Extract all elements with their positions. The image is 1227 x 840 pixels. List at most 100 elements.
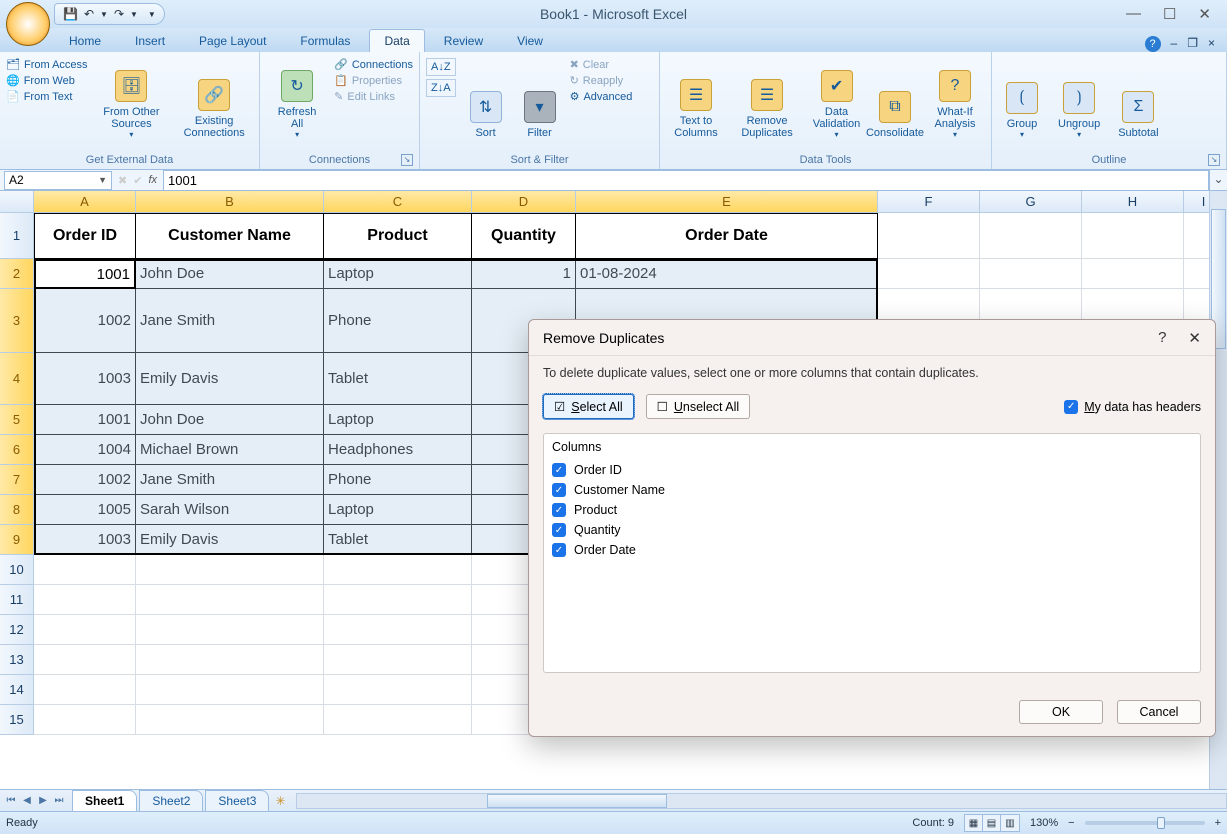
cell[interactable]: [324, 585, 472, 615]
column-header[interactable]: D: [472, 191, 576, 213]
cell[interactable]: 1001: [34, 405, 136, 435]
text-to-columns-button[interactable]: ☰Text to Columns: [666, 54, 726, 142]
what-if-button[interactable]: ?What-If Analysis▾: [925, 54, 985, 142]
consolidate-button[interactable]: ⧉Consolidate: [871, 54, 919, 142]
help-icon[interactable]: ?: [1145, 36, 1161, 52]
cell[interactable]: 1005: [34, 495, 136, 525]
tab-data[interactable]: Data: [369, 29, 424, 52]
row-header[interactable]: 15: [0, 705, 34, 735]
column-header[interactable]: E: [576, 191, 878, 213]
cell[interactable]: [136, 555, 324, 585]
from-text-button[interactable]: 📄From Text: [6, 90, 88, 103]
cancel-formula-icon[interactable]: ✖: [118, 174, 127, 187]
column-checkbox-item[interactable]: ✓Order ID: [552, 460, 1192, 480]
tab-insert[interactable]: Insert: [120, 29, 180, 52]
select-all-button[interactable]: [0, 191, 34, 213]
cell[interactable]: [1082, 259, 1184, 289]
row-header[interactable]: 3: [0, 289, 34, 353]
row-header[interactable]: 14: [0, 675, 34, 705]
cell[interactable]: [324, 675, 472, 705]
cell[interactable]: John Doe: [136, 259, 324, 289]
cell[interactable]: Michael Brown: [136, 435, 324, 465]
cell[interactable]: [324, 615, 472, 645]
tab-review[interactable]: Review: [429, 29, 498, 52]
remove-duplicates-button[interactable]: ☰Remove Duplicates: [732, 54, 802, 142]
cell[interactable]: Order Date: [576, 213, 878, 259]
cell[interactable]: 1004: [34, 435, 136, 465]
cell[interactable]: Jane Smith: [136, 465, 324, 495]
row-header[interactable]: 6: [0, 435, 34, 465]
select-all-button[interactable]: ☑Select All: [543, 394, 634, 419]
cell[interactable]: [324, 555, 472, 585]
sheet-tab[interactable]: Sheet1: [72, 790, 137, 811]
refresh-all-button[interactable]: ↻Refresh All▾: [266, 54, 328, 142]
sort-desc-button[interactable]: Z↓A: [426, 79, 456, 97]
cell[interactable]: Phone: [324, 465, 472, 495]
fx-icon[interactable]: fx: [148, 174, 157, 186]
sheet-tab[interactable]: Sheet2: [139, 790, 203, 811]
cell[interactable]: Emily Davis: [136, 525, 324, 555]
prev-sheet-button[interactable]: ◀: [20, 795, 34, 806]
doc-restore-button[interactable]: ❐: [1187, 36, 1198, 52]
chevron-down-icon[interactable]: ▼: [98, 175, 107, 185]
cell[interactable]: [136, 675, 324, 705]
cell[interactable]: Product: [324, 213, 472, 259]
zoom-slider[interactable]: [1085, 821, 1205, 825]
cell[interactable]: Laptop: [324, 495, 472, 525]
dialog-launcher-icon[interactable]: ↘: [1208, 154, 1220, 166]
row-header[interactable]: 11: [0, 585, 34, 615]
connections-button[interactable]: 🔗Connections: [334, 58, 413, 71]
tab-page-layout[interactable]: Page Layout: [184, 29, 281, 52]
tab-home[interactable]: Home: [54, 29, 116, 52]
cell[interactable]: [34, 645, 136, 675]
cancel-button[interactable]: Cancel: [1117, 700, 1201, 724]
enter-formula-icon[interactable]: ✔: [133, 174, 142, 187]
cell[interactable]: [324, 705, 472, 735]
cell[interactable]: Order ID: [34, 213, 136, 259]
cell[interactable]: Jane Smith: [136, 289, 324, 353]
doc-close-button[interactable]: ×: [1208, 36, 1215, 52]
row-header[interactable]: 2: [0, 259, 34, 289]
row-header[interactable]: 8: [0, 495, 34, 525]
dialog-close-button[interactable]: ✕: [1188, 329, 1201, 347]
cell[interactable]: [1082, 213, 1184, 259]
row-header[interactable]: 5: [0, 405, 34, 435]
expand-formula-bar-icon[interactable]: ⌄: [1209, 170, 1227, 191]
row-header[interactable]: 4: [0, 353, 34, 405]
from-web-button[interactable]: 🌐From Web: [6, 74, 88, 87]
cell[interactable]: [878, 213, 980, 259]
cell[interactable]: Tablet: [324, 525, 472, 555]
column-header[interactable]: A: [34, 191, 136, 213]
cell[interactable]: [980, 213, 1082, 259]
cell[interactable]: Quantity: [472, 213, 576, 259]
cell[interactable]: [34, 675, 136, 705]
normal-view-button[interactable]: ▦: [965, 815, 983, 831]
column-checkbox-item[interactable]: ✓Order Date: [552, 540, 1192, 560]
cell[interactable]: 1001: [34, 259, 136, 289]
cell[interactable]: John Doe: [136, 405, 324, 435]
column-checkbox-item[interactable]: ✓Product: [552, 500, 1192, 520]
formula-input[interactable]: 1001: [163, 170, 1209, 191]
name-box[interactable]: A2▼: [4, 171, 112, 190]
column-header[interactable]: C: [324, 191, 472, 213]
zoom-level[interactable]: 130%: [1030, 817, 1058, 829]
last-sheet-button[interactable]: ⏭: [52, 795, 66, 806]
cell[interactable]: Phone: [324, 289, 472, 353]
cell[interactable]: [34, 615, 136, 645]
column-checkbox-item[interactable]: ✓Quantity: [552, 520, 1192, 540]
column-header[interactable]: G: [980, 191, 1082, 213]
cell[interactable]: [34, 705, 136, 735]
row-header[interactable]: 9: [0, 525, 34, 555]
row-header[interactable]: 13: [0, 645, 34, 675]
scrollbar-thumb[interactable]: [487, 794, 667, 808]
cell[interactable]: 1003: [34, 353, 136, 405]
new-sheet-button[interactable]: ✳: [275, 794, 285, 808]
page-break-view-button[interactable]: ▥: [1001, 815, 1019, 831]
dialog-launcher-icon[interactable]: ↘: [401, 154, 413, 166]
sheet-tab[interactable]: Sheet3: [205, 790, 269, 811]
column-header[interactable]: F: [878, 191, 980, 213]
column-header[interactable]: B: [136, 191, 324, 213]
existing-connections-button[interactable]: 🔗Existing Connections: [175, 54, 253, 142]
cell[interactable]: Laptop: [324, 405, 472, 435]
row-header[interactable]: 1: [0, 213, 34, 259]
